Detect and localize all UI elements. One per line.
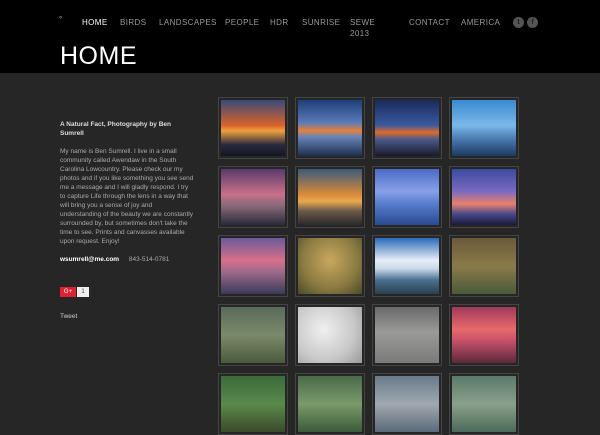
nav-item-home[interactable]: HOME: [82, 17, 108, 28]
gallery-thumb-red-sky-pier[interactable]: [449, 304, 519, 366]
thumb-image: [375, 100, 439, 156]
thumb-image: [221, 238, 285, 294]
gallery-thumb-blue-horizon[interactable]: [295, 97, 365, 159]
thumb-image: [375, 376, 439, 432]
gallery-thumb-golden-driftwood[interactable]: [295, 166, 365, 228]
thumb-image: [221, 169, 285, 225]
gallery-thumb-heron-green[interactable]: [295, 235, 365, 297]
sidebar: A Natural Fact, Photography by Ben Sumre…: [60, 120, 195, 320]
gallery-thumb-blue-heron-marsh[interactable]: [218, 304, 288, 366]
gallery-thumb-blue-lagoon[interactable]: [372, 166, 442, 228]
gplus-share[interactable]: G+ 1: [60, 287, 195, 297]
thumb-image: [375, 307, 439, 363]
thumb-image: [298, 100, 362, 156]
thumb-image: [298, 169, 362, 225]
thumb-image: [221, 100, 285, 156]
gallery-thumb-pelican[interactable]: [372, 373, 442, 435]
thumb-image: [375, 238, 439, 294]
thumb-image: [298, 307, 362, 363]
thumb-image: [221, 376, 285, 432]
gallery-thumb-sunset-driftwood[interactable]: [218, 97, 288, 159]
nav-item-hdr[interactable]: HDR: [270, 17, 289, 28]
nav-item-america[interactable]: AMERICA: [461, 17, 500, 28]
thumb-image: [452, 238, 516, 294]
site-logo[interactable]: °: [59, 15, 62, 24]
thumb-image: [375, 169, 439, 225]
bio-text: My name is Ben Sumrell. I live in a smal…: [60, 148, 194, 245]
nav-item-landscapes[interactable]: LANDSCAPES: [159, 17, 217, 28]
nav-item-contact[interactable]: CONTACT: [409, 17, 450, 28]
gallery-thumb-kingfisher-white[interactable]: [295, 304, 365, 366]
twitter-icon[interactable]: t: [513, 17, 524, 28]
gallery-thumb-pink-sky-tree[interactable]: [218, 166, 288, 228]
contact-line: wsumrell@me.com 843-514-0781: [60, 256, 195, 263]
nav-item-birds[interactable]: BIRDS: [120, 17, 146, 28]
thumb-image: [452, 376, 516, 432]
thumb-image: [298, 376, 362, 432]
gallery-thumb-otter-sand[interactable]: [372, 304, 442, 366]
facebook-icon[interactable]: f: [527, 17, 538, 28]
gallery-thumb-clouds-blue[interactable]: [372, 235, 442, 297]
tweet-button[interactable]: Tweet: [60, 313, 195, 320]
thumb-image: [221, 307, 285, 363]
thumb-image: [298, 238, 362, 294]
gplus-count: 1: [77, 287, 89, 297]
gallery-thumb-kingfisher-branch[interactable]: [449, 235, 519, 297]
nav-item-sunrise[interactable]: SUNRISE: [302, 17, 340, 28]
email-link[interactable]: wsumrell@me.com: [60, 256, 119, 263]
gallery-thumb-bird-flight[interactable]: [449, 373, 519, 435]
gallery-thumb-dusk-beach[interactable]: [372, 97, 442, 159]
thumb-image: [452, 169, 516, 225]
phone-number: 843-514-0781: [128, 256, 170, 263]
gallery-thumb-moss-trees[interactable]: [295, 373, 365, 435]
thumb-image: [452, 100, 516, 156]
nav-item-sewe[interactable]: SEWE 2013: [350, 17, 375, 39]
gallery-thumb-blue-sky-driftwood[interactable]: [449, 97, 519, 159]
sidebar-heading: A Natural Fact, Photography by Ben Sumre…: [60, 121, 171, 137]
top-navigation-bar: ° HOME BIRDS LANDSCAPES PEOPLE HDR SUNRISE SEW…: [0, 0, 600, 73]
gallery-thumb-oak-trees[interactable]: [218, 373, 288, 435]
nav-item-people[interactable]: PEOPLE: [225, 17, 259, 28]
gallery-thumb-pink-water-dusk[interactable]: [218, 235, 288, 297]
thumb-image: [452, 307, 516, 363]
gallery-thumb-purple-clouds[interactable]: [449, 166, 519, 228]
page-title: HOME: [60, 42, 137, 70]
gplus-button[interactable]: G+: [60, 287, 76, 297]
